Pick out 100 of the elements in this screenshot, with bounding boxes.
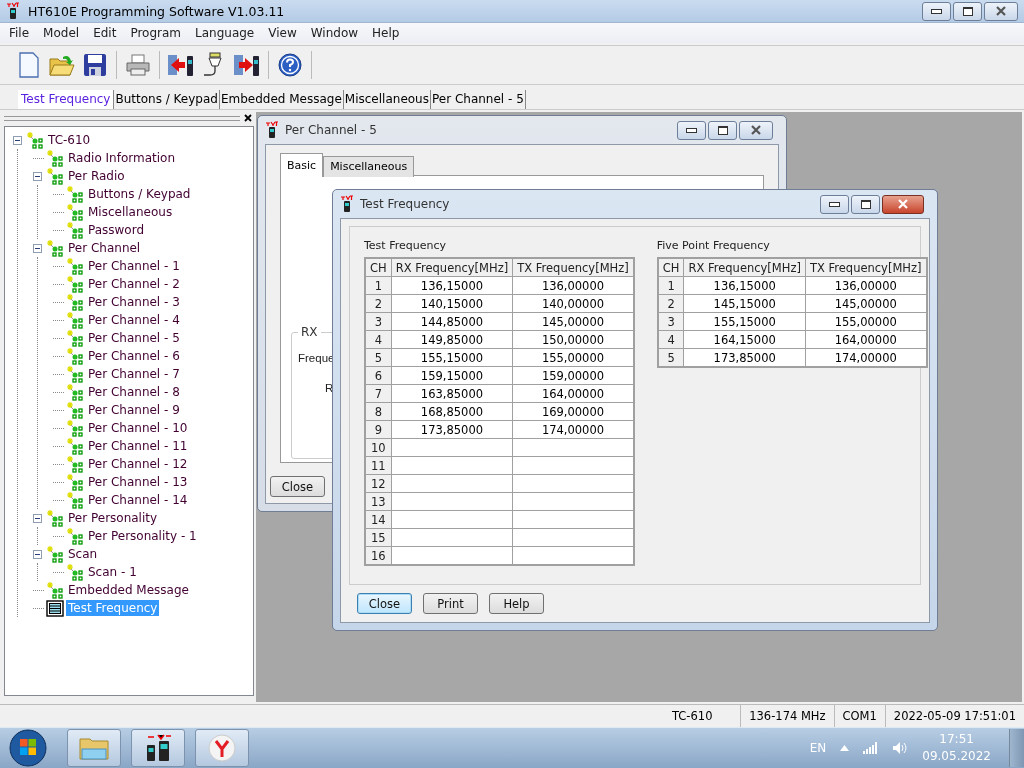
close-button[interactable] <box>984 1 1018 21</box>
row-number: 8 <box>365 402 392 421</box>
node-icon <box>66 311 84 329</box>
node-icon <box>66 347 84 365</box>
minimize-icon <box>686 127 697 133</box>
group-label: RX <box>298 325 321 339</box>
start-button[interactable] <box>9 729 47 767</box>
tree-item[interactable]: Per Personality <box>66 510 160 526</box>
tree-item[interactable]: Radio Information <box>66 150 177 166</box>
node-icon <box>66 491 84 509</box>
maximize-button[interactable] <box>953 1 982 21</box>
expander-icon[interactable] <box>33 171 42 181</box>
node-icon <box>66 455 84 473</box>
menu-item[interactable]: View <box>261 26 304 40</box>
minimize-button[interactable] <box>820 194 849 214</box>
document-tab[interactable]: Buttons / Keypad <box>114 90 220 109</box>
tree-item[interactable]: Per Channel - 12 <box>86 456 190 472</box>
tree-item[interactable]: Per Channel - 14 <box>86 492 190 508</box>
node-icon <box>66 275 84 293</box>
close-icon <box>897 199 909 209</box>
maximize-icon <box>860 199 871 209</box>
expander-icon[interactable] <box>13 135 22 145</box>
maximize-icon <box>962 6 973 16</box>
dialog-button[interactable]: Help <box>489 593 544 614</box>
node-icon <box>26 131 44 149</box>
tree-item[interactable]: Password <box>86 222 147 238</box>
node-icon <box>46 509 64 527</box>
document-tab[interactable]: Miscellaneous <box>343 90 431 109</box>
row-number: 6 <box>365 366 392 385</box>
expander-icon[interactable] <box>33 549 42 559</box>
tree-item[interactable]: Per Personality - 1 <box>86 528 199 544</box>
tree-item[interactable]: Miscellaneous <box>86 204 175 220</box>
tree-item[interactable]: Per Channel - 5 <box>86 330 182 346</box>
document-tab[interactable]: Embedded Message <box>219 90 344 109</box>
table-heading: Five Point Frequency <box>656 239 771 252</box>
tree-item[interactable]: Buttons / Keypad <box>86 186 193 202</box>
tree-item[interactable]: Per Channel - 7 <box>86 366 182 382</box>
node-icon <box>66 437 84 455</box>
document-tab[interactable]: Test Frequency <box>18 90 115 109</box>
document-tab[interactable]: Per Channel - 5 <box>430 90 526 109</box>
menu-item[interactable]: Model <box>36 26 87 40</box>
dialog-button[interactable]: Print <box>423 593 478 614</box>
row-number: 14 <box>365 510 392 529</box>
row-number: 1 <box>657 276 684 295</box>
node-icon <box>66 527 84 545</box>
node-icon <box>66 257 84 275</box>
tree-item[interactable]: Per Channel - 3 <box>86 294 182 310</box>
tree-item[interactable]: Per Channel <box>66 240 143 256</box>
tree-item[interactable]: Per Radio <box>66 168 127 184</box>
window-title: Test Frequency <box>360 197 451 211</box>
table-icon <box>46 599 64 617</box>
row-number: 10 <box>365 438 392 457</box>
row-number: 5 <box>657 348 684 367</box>
tree-item[interactable]: Per Channel - 6 <box>86 348 182 364</box>
minimize-icon <box>931 8 942 14</box>
tree-item[interactable]: Per Channel - 11 <box>86 438 190 454</box>
close-button[interactable] <box>882 194 924 214</box>
row-number: 15 <box>365 528 392 547</box>
browser-icon <box>208 734 236 762</box>
node-icon <box>46 149 64 167</box>
expander-icon[interactable] <box>33 243 42 253</box>
expander-icon[interactable] <box>33 513 42 523</box>
window-title: HT610E Programming Software V1.03.11 <box>28 3 286 19</box>
menu-item[interactable]: Help <box>365 26 407 40</box>
radio-software-button[interactable] <box>131 729 185 767</box>
tree-item[interactable]: Per Channel - 8 <box>86 384 182 400</box>
tree-item[interactable]: TC-610 <box>46 132 93 148</box>
radio-icon <box>144 733 172 763</box>
tree-item[interactable]: Per Channel - 1 <box>86 258 182 274</box>
column-header: CH <box>657 258 684 277</box>
column-header: TX Frequency[MHz] <box>512 258 634 277</box>
file-explorer-button[interactable] <box>67 729 121 767</box>
menu-item[interactable]: File <box>2 26 37 40</box>
tree-item[interactable]: Per Channel - 2 <box>86 276 182 292</box>
row-number: 13 <box>365 492 392 511</box>
close-icon[interactable] <box>244 114 252 122</box>
row-number: 16 <box>365 546 392 565</box>
browser-button[interactable] <box>195 729 249 767</box>
tree-item[interactable]: Scan <box>66 546 100 562</box>
maximize-button[interactable] <box>851 194 880 214</box>
dialog-button[interactable]: Close <box>357 593 412 614</box>
tree-item[interactable]: Per Channel - 13 <box>86 474 190 490</box>
help-icon[interactable] <box>275 50 305 80</box>
tree-item[interactable]: Scan - 1 <box>86 564 139 580</box>
row-number: 1 <box>365 276 392 295</box>
menu-item[interactable]: Edit <box>86 26 124 40</box>
close-icon <box>750 125 762 135</box>
minimize-button[interactable] <box>922 1 951 21</box>
row-number: 4 <box>365 330 392 349</box>
menu-item[interactable]: Program <box>123 26 188 40</box>
node-icon <box>66 221 84 239</box>
menu-item[interactable]: Language <box>188 26 262 40</box>
menu-item[interactable]: Window <box>303 26 366 40</box>
tree-item[interactable]: Embedded Message <box>66 582 191 598</box>
tree-item[interactable]: Per Channel - 10 <box>86 420 190 436</box>
column-header: RX Frequency[MHz] <box>683 258 806 277</box>
node-icon <box>66 293 84 311</box>
tree-item[interactable]: Per Channel - 4 <box>86 312 182 328</box>
minimize-icon <box>829 201 840 207</box>
tree-item[interactable]: Per Channel - 9 <box>86 402 182 418</box>
